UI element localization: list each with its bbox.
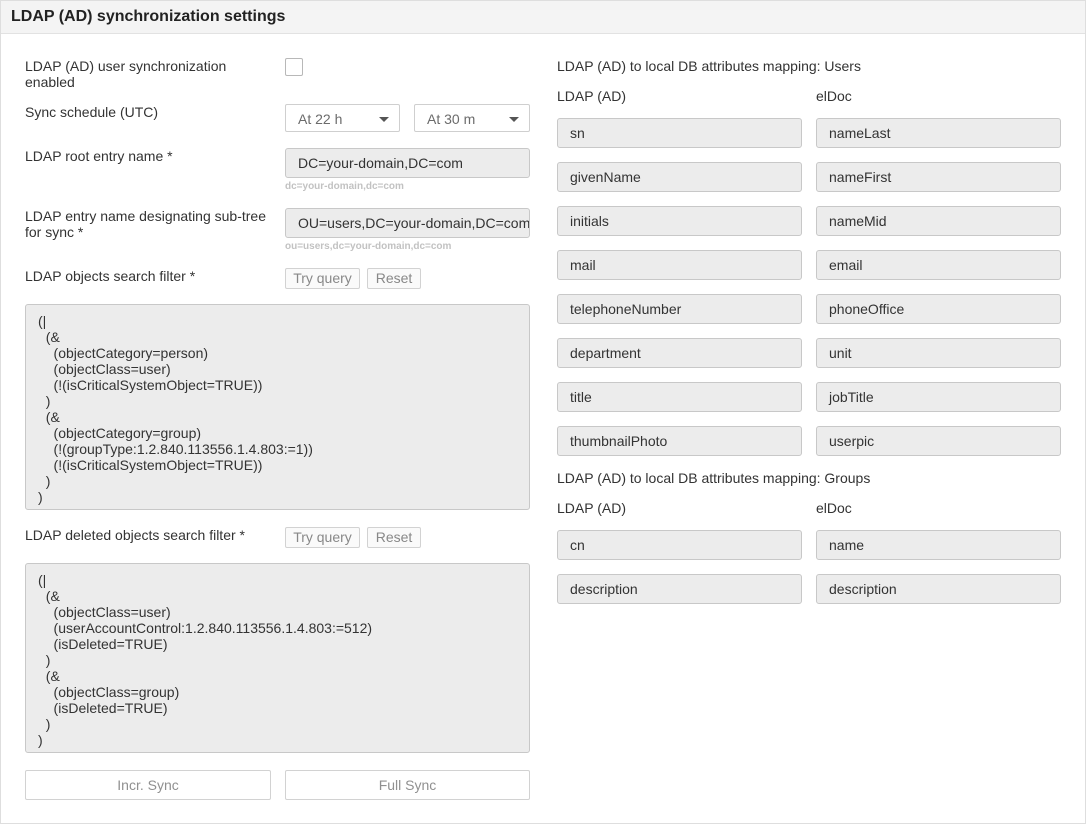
search-filter-label: LDAP objects search filter * bbox=[25, 268, 195, 284]
reset-button[interactable]: Reset bbox=[367, 268, 421, 289]
groups-mapping-local-field[interactable]: description bbox=[816, 574, 1061, 604]
users-mapping-ldap-field[interactable]: givenName bbox=[557, 162, 802, 192]
groups-mapping-local-field[interactable]: name bbox=[816, 530, 1061, 560]
full-sync-button[interactable]: Full Sync bbox=[285, 770, 530, 800]
required-mark: * bbox=[167, 148, 173, 164]
users-mapping-local-field[interactable]: userpic bbox=[816, 426, 1061, 456]
users-mapping-local-field[interactable]: unit bbox=[816, 338, 1061, 368]
users-mapping-local-field[interactable]: nameFirst bbox=[816, 162, 1061, 192]
subtree-input[interactable]: OU=users,DC=your-domain,DC=com bbox=[285, 208, 530, 238]
required-mark: * bbox=[189, 268, 196, 284]
users-mapping-local-field[interactable]: phoneOffice bbox=[816, 294, 1061, 324]
reset-deleted-button[interactable]: Reset bbox=[367, 527, 421, 548]
chevron-down-icon bbox=[509, 117, 519, 122]
users-col-ldap: LDAP (AD) bbox=[557, 88, 626, 104]
schedule-minute-select[interactable]: At 30 m bbox=[414, 104, 530, 132]
incr-sync-button[interactable]: Incr. Sync bbox=[25, 770, 271, 800]
subtree-label: LDAP entry name designating sub-tree for… bbox=[25, 208, 275, 240]
users-mapping-ldap-field[interactable]: initials bbox=[557, 206, 802, 236]
try-query-deleted-button[interactable]: Try query bbox=[285, 527, 360, 548]
groups-col-local: elDoc bbox=[816, 500, 852, 516]
groups-mapping-title: LDAP (AD) to local DB attributes mapping… bbox=[557, 470, 871, 486]
users-mapping-ldap-field[interactable]: mail bbox=[557, 250, 802, 280]
chevron-down-icon bbox=[379, 117, 389, 122]
subtree-hint: ou=users,dc=your-domain,dc=com bbox=[285, 241, 452, 252]
users-mapping-local-field[interactable]: nameLast bbox=[816, 118, 1061, 148]
root-entry-input[interactable]: DC=your-domain,DC=com bbox=[285, 148, 530, 178]
users-mapping-ldap-field[interactable]: thumbnailPhoto bbox=[557, 426, 802, 456]
users-mapping-ldap-field[interactable]: sn bbox=[557, 118, 802, 148]
users-mapping-title: LDAP (AD) to local DB attributes mapping… bbox=[557, 58, 861, 74]
search-filter-label-text: LDAP objects search filter bbox=[25, 268, 186, 284]
root-entry-label: LDAP root entry name * bbox=[25, 148, 173, 164]
schedule-minute-value: At 30 m bbox=[427, 111, 476, 127]
ldap-settings-panel: LDAP (AD) synchronization settings LDAP … bbox=[0, 0, 1086, 824]
sync-enabled-label: LDAP (AD) user synchronization enabled bbox=[25, 58, 227, 90]
root-entry-label-text: LDAP root entry name bbox=[25, 148, 164, 164]
search-filter-textarea[interactable]: (| (& (objectCategory=person) (objectCla… bbox=[25, 304, 530, 510]
required-mark: * bbox=[77, 224, 84, 240]
users-mapping-local-field[interactable]: nameMid bbox=[816, 206, 1061, 236]
users-col-local: elDoc bbox=[816, 88, 852, 104]
root-entry-hint: dc=your-domain,dc=com bbox=[285, 181, 404, 192]
panel-header: LDAP (AD) synchronization settings bbox=[1, 1, 1085, 34]
subtree-label-text: LDAP entry name designating sub-tree for… bbox=[25, 208, 266, 240]
users-mapping-ldap-field[interactable]: department bbox=[557, 338, 802, 368]
try-query-button[interactable]: Try query bbox=[285, 268, 360, 289]
users-mapping-ldap-field[interactable]: title bbox=[557, 382, 802, 412]
sync-enabled-checkbox[interactable] bbox=[285, 58, 303, 76]
required-mark: * bbox=[239, 527, 245, 543]
deleted-filter-textarea[interactable]: (| (& (objectClass=user) (userAccountCon… bbox=[25, 563, 530, 753]
schedule-hour-value: At 22 h bbox=[298, 111, 343, 127]
schedule-hour-select[interactable]: At 22 h bbox=[285, 104, 400, 132]
sync-schedule-label: Sync schedule (UTC) bbox=[25, 104, 159, 120]
deleted-filter-label-text: LDAP deleted objects search filter bbox=[25, 527, 236, 543]
users-mapping-local-field[interactable]: jobTitle bbox=[816, 382, 1061, 412]
groups-col-ldap: LDAP (AD) bbox=[557, 500, 626, 516]
groups-mapping-ldap-field[interactable]: description bbox=[557, 574, 802, 604]
users-mapping-local-field[interactable]: email bbox=[816, 250, 1061, 280]
deleted-filter-label: LDAP deleted objects search filter * bbox=[25, 527, 245, 543]
page-title: LDAP (AD) synchronization settings bbox=[11, 8, 286, 25]
users-mapping-ldap-field[interactable]: telephoneNumber bbox=[557, 294, 802, 324]
groups-mapping-ldap-field[interactable]: cn bbox=[557, 530, 802, 560]
